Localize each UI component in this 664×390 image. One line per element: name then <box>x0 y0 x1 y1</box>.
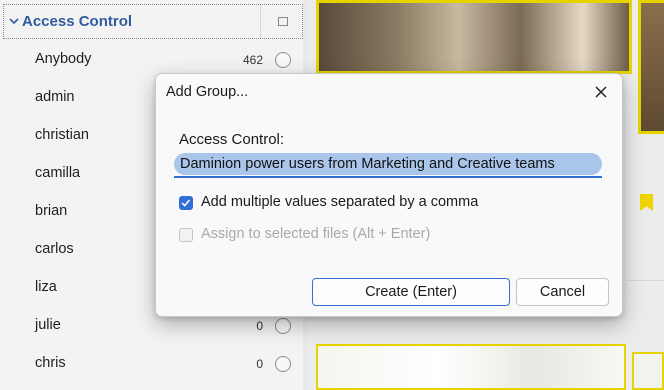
thumbnail-image[interactable] <box>316 344 626 390</box>
user-name: julie <box>35 317 61 333</box>
radio-circle-icon[interactable] <box>275 356 291 372</box>
user-name: christian <box>35 127 89 143</box>
panel-title: Access Control <box>22 13 133 30</box>
field-label: Access Control: <box>179 131 285 148</box>
square-icon[interactable] <box>278 17 288 26</box>
assign-selected-checkbox <box>179 228 193 242</box>
add-group-dialog: Add Group... Access Control: Daminion po… <box>155 73 623 317</box>
group-name-input[interactable]: Daminion power users from Marketing and … <box>174 153 602 178</box>
user-name: liza <box>35 279 57 295</box>
multiple-values-checkbox[interactable] <box>179 196 193 210</box>
thumbnail-image[interactable] <box>316 0 632 74</box>
file-count: 0 <box>256 319 263 333</box>
bookmark-flag-icon <box>640 194 653 211</box>
user-name: Anybody <box>35 51 92 67</box>
assign-selected-label: Assign to selected files (Alt + Enter) <box>201 226 431 242</box>
group-name-value[interactable]: Daminion power users from Marketing and … <box>180 156 555 172</box>
thumbnail-image[interactable] <box>632 352 664 390</box>
dialog-title: Add Group... <box>166 84 249 100</box>
multiple-values-label[interactable]: Add multiple values separated by a comma <box>201 194 478 210</box>
access-control-header[interactable]: Access Control <box>3 4 303 39</box>
header-divider <box>260 5 261 38</box>
file-count: 0 <box>256 357 263 371</box>
thumbnail-image[interactable] <box>638 0 664 134</box>
user-name: camilla <box>35 165 81 181</box>
user-name: brian <box>35 203 68 219</box>
cancel-button[interactable]: Cancel <box>516 278 609 306</box>
chevron-down-icon[interactable] <box>9 17 19 25</box>
radio-circle-icon[interactable] <box>275 52 291 68</box>
file-count: 462 <box>242 53 263 67</box>
user-name: admin <box>35 89 75 105</box>
user-name: chris <box>35 355 66 371</box>
list-item[interactable]: chris 0 <box>0 345 303 383</box>
create-button[interactable]: Create (Enter) <box>312 278 510 306</box>
grid-divider <box>626 280 664 281</box>
radio-circle-icon[interactable] <box>275 318 291 334</box>
user-name: carlos <box>35 241 74 257</box>
checkmark-icon <box>181 199 191 207</box>
close-icon[interactable] <box>592 83 610 101</box>
